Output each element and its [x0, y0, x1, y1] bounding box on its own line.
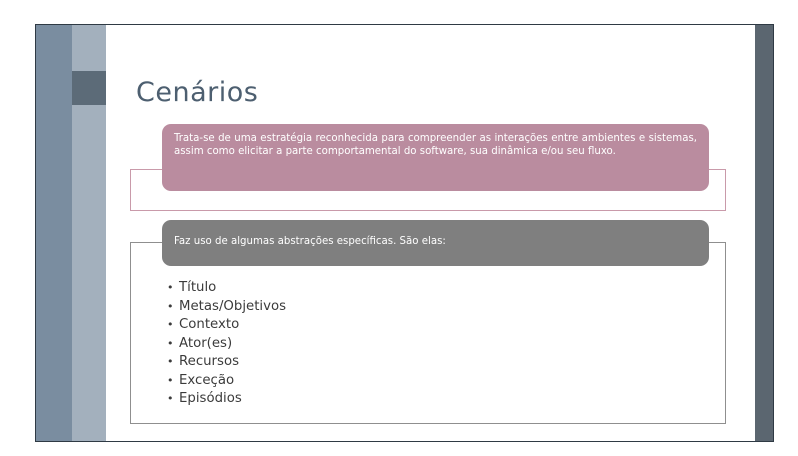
bullet-icon: •: [167, 336, 174, 350]
list-item-label: Metas/Objetivos: [179, 298, 287, 314]
bullet-icon: •: [167, 318, 174, 331]
bullet-icon: •: [167, 281, 174, 294]
list-item-label: Ator(es): [179, 335, 233, 351]
list-item: • Episódios: [167, 390, 286, 409]
accent-square: [72, 71, 106, 105]
list-item: • Título: [167, 279, 286, 298]
slide-title: Cenários: [136, 77, 259, 108]
definition-callout: Trata-se de uma estratégia reconhecida p…: [162, 124, 709, 191]
list-item-label: Episódios: [179, 391, 242, 406]
list-item: • Ator(es): [167, 335, 286, 354]
bullet-icon: •: [167, 392, 174, 405]
list-item: • Exceção: [167, 372, 286, 391]
abstractions-list: • Título • Metas/Objetivos • Contexto • Ator…: [167, 279, 286, 409]
list-item-label: Título: [179, 280, 217, 295]
list-item: • Contexto: [167, 316, 286, 335]
list-item: • Recursos: [167, 353, 286, 372]
bullet-icon: •: [167, 373, 174, 387]
bullet-icon: •: [167, 299, 174, 313]
left-decorative-bar: [36, 25, 72, 441]
abstractions-callout: Faz uso de algumas abstrações específica…: [162, 220, 709, 266]
list-item-label: Contexto: [179, 317, 240, 332]
right-decorative-bar: [755, 25, 773, 441]
bullet-icon: •: [167, 355, 174, 368]
list-item: • Metas/Objetivos: [167, 298, 286, 317]
slide: Cenários Trata-se de uma estratégia reco…: [35, 24, 774, 442]
list-item-label: Exceção: [179, 372, 235, 388]
list-item-label: Recursos: [179, 354, 240, 369]
